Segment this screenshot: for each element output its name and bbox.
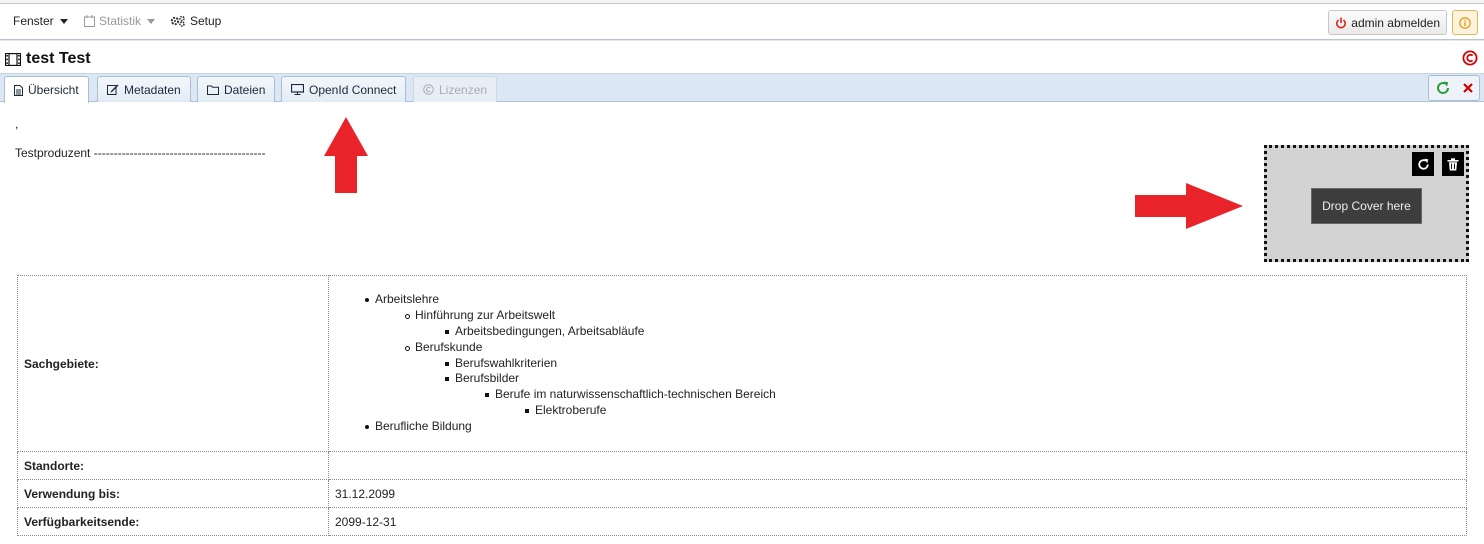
table-row: Standorte: <box>17 451 1467 480</box>
power-icon <box>1336 17 1347 28</box>
list-item: Berufsbilder <box>445 371 1460 387</box>
info-button[interactable] <box>1452 10 1478 35</box>
sachgebiete-value: Arbeitslehre Hinführung zur Arbeitswelt … <box>328 275 1467 452</box>
tab-uebersicht[interactable]: Übersicht <box>4 76 89 103</box>
menu-setup-label: Setup <box>190 14 222 28</box>
list-item: Berufskunde <box>405 340 1460 356</box>
verwendung-value: 31.12.2099 <box>328 479 1467 508</box>
list-item: Hinführung zur Arbeitswelt <box>405 308 1460 324</box>
red-arrow-up-icon <box>324 117 368 193</box>
list-item: Arbeitslehre <box>365 292 1460 308</box>
menubar: Fenster Statistik Setup admin abmelden <box>0 4 1484 40</box>
list-item: Elektroberufe <box>525 403 1460 419</box>
info-table: Sachgebiete: Arbeitslehre Hinführung zur… <box>17 275 1467 536</box>
tab-label: Übersicht <box>28 83 79 97</box>
menu-statistik[interactable]: Statistik <box>84 14 156 28</box>
edit-icon <box>107 84 119 95</box>
trash-icon <box>1447 157 1459 170</box>
drop-cover-button[interactable]: Drop Cover here <box>1311 188 1422 224</box>
list-item: Berufliche Bildung <box>365 419 1460 435</box>
chevron-down-icon <box>147 18 156 24</box>
rotate-cover-button[interactable] <box>1412 152 1434 176</box>
standorte-value <box>328 451 1467 480</box>
info-icon <box>1459 16 1471 29</box>
tab-bar: Übersicht Metadaten Dateien OpenId Conne… <box>0 73 1484 103</box>
producer-text: Testproduzent --------------------------… <box>15 146 266 160</box>
standorte-label: Standorte: <box>17 451 329 480</box>
tab-label: Metadaten <box>124 82 181 97</box>
red-arrow-right-icon <box>1135 183 1243 229</box>
table-row: Sachgebiete: Arbeitslehre Hinführung zur… <box>17 275 1467 452</box>
verfuegbarkeit-label: Verfügbarkeitsende: <box>17 507 329 536</box>
menu-fenster-label: Fenster <box>13 14 54 28</box>
tab-actions <box>1428 75 1480 101</box>
list-item: Berufswahlkriterien <box>445 356 1460 372</box>
empty-line-text: , <box>15 117 19 131</box>
tab-dateien[interactable]: Dateien <box>197 76 276 102</box>
close-icon[interactable] <box>1462 82 1474 94</box>
tab-label: OpenId Connect <box>309 82 397 97</box>
copyright-icon <box>423 84 434 95</box>
table-row: Verfügbarkeitsende: 2099-12-31 <box>17 507 1467 536</box>
list-item: Berufe im naturwissenschaftlich-technisc… <box>485 387 1460 403</box>
tab-label: Dateien <box>224 82 266 97</box>
calendar-icon <box>84 15 95 27</box>
sachgebiete-tree: Arbeitslehre Hinführung zur Arbeitswelt … <box>365 292 1460 434</box>
folder-icon <box>207 85 219 95</box>
table-row: Verwendung bis: 31.12.2099 <box>17 479 1467 508</box>
page-title: test Test <box>5 50 91 68</box>
tab-openid-connect[interactable]: OpenId Connect <box>281 76 407 102</box>
page-title-text: test Test <box>26 50 91 67</box>
reload-icon[interactable] <box>1435 80 1451 96</box>
copyright-icon <box>1462 50 1478 66</box>
menu-fenster[interactable]: Fenster <box>13 14 68 28</box>
rotate-icon <box>1417 158 1429 170</box>
film-icon <box>5 52 21 66</box>
list-item: Arbeitsbedingungen, Arbeitsabläufe <box>445 324 1460 340</box>
sachgebiete-label: Sachgebiete: <box>17 275 329 452</box>
logout-button[interactable]: admin abmelden <box>1328 10 1447 35</box>
tab-lizenzen[interactable]: Lizenzen <box>413 76 498 102</box>
delete-cover-button[interactable] <box>1442 152 1464 176</box>
monitor-icon <box>291 84 304 95</box>
chevron-down-icon <box>59 18 68 24</box>
logout-label: admin abmelden <box>1351 15 1440 30</box>
cover-dropzone[interactable]: Drop Cover here <box>1264 145 1469 262</box>
verwendung-label: Verwendung bis: <box>17 479 329 508</box>
menu-statistik-label: Statistik <box>99 14 142 28</box>
verfuegbarkeit-value: 2099-12-31 <box>328 507 1467 536</box>
tab-metadaten[interactable]: Metadaten <box>97 76 191 102</box>
gears-icon <box>170 15 185 27</box>
tab-label: Lizenzen <box>439 82 488 97</box>
file-icon <box>14 84 23 96</box>
menu-setup[interactable]: Setup <box>170 14 221 28</box>
